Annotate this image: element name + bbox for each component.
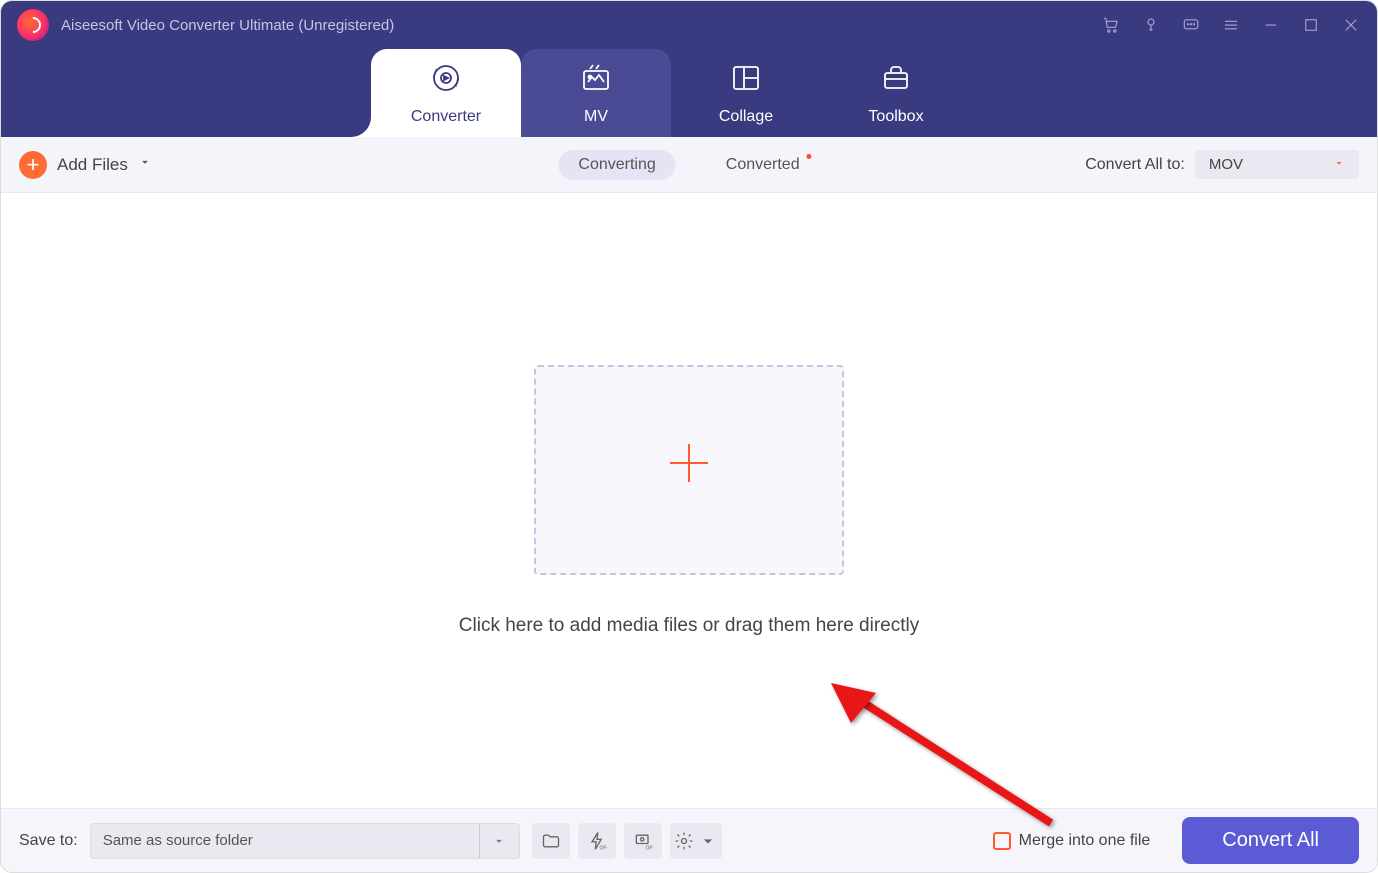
cart-icon[interactable] <box>1101 15 1121 35</box>
tab-converter-label: Converter <box>411 108 481 126</box>
drop-hint-text: Click here to add media files or drag th… <box>459 615 919 637</box>
format-dropdown[interactable]: MOV <box>1195 150 1359 179</box>
footer-icons: OFF OFF <box>532 823 722 859</box>
tab-toolbox[interactable]: Toolbox <box>821 49 971 137</box>
merge-label: Merge into one file <box>1019 832 1151 850</box>
tab-mv-label: MV <box>584 108 608 126</box>
convert-all-to: Convert All to: MOV <box>1085 150 1359 179</box>
toolbar: + Add Files Converting Converted Convert… <box>1 137 1377 193</box>
maximize-icon[interactable] <box>1301 15 1321 35</box>
tab-toolbox-label: Toolbox <box>868 108 923 126</box>
gpu-accel-button[interactable]: OFF <box>578 823 616 859</box>
save-path-value: Same as source folder <box>103 832 253 849</box>
chat-icon[interactable] <box>1181 15 1201 35</box>
chevron-down-icon <box>138 155 152 174</box>
checkbox-icon <box>993 832 1011 850</box>
tab-converter[interactable]: Converter <box>371 49 521 137</box>
app-title: Aiseesoft Video Converter Ultimate (Unre… <box>61 17 394 34</box>
save-to-dropdown[interactable]: Same as source folder <box>90 823 520 859</box>
svg-text:OFF: OFF <box>599 845 607 851</box>
footer: Save to: Same as source folder OFF OFF <box>1 808 1377 872</box>
convert-all-button[interactable]: Convert All <box>1182 817 1359 864</box>
key-icon[interactable] <box>1141 15 1161 35</box>
close-icon[interactable] <box>1341 15 1361 35</box>
converter-icon <box>429 61 463 100</box>
add-files-label: Add Files <box>57 155 128 175</box>
svg-text:OFF: OFF <box>645 845 653 851</box>
mv-icon <box>579 61 613 100</box>
tab-collage-label: Collage <box>719 108 773 126</box>
save-to-label: Save to: <box>19 832 78 850</box>
status-converted-tab[interactable]: Converted <box>706 150 820 180</box>
tab-collage[interactable]: Collage <box>671 49 821 137</box>
high-speed-button[interactable]: OFF <box>624 823 662 859</box>
status-converted-label: Converted <box>726 156 800 173</box>
status-dot-icon <box>807 154 812 159</box>
convert-all-to-label: Convert All to: <box>1085 156 1185 174</box>
menu-icon[interactable] <box>1221 15 1241 35</box>
minimize-icon[interactable] <box>1261 15 1281 35</box>
main-area: Click here to add media files or drag th… <box>1 193 1377 808</box>
status-converting-tab[interactable]: Converting <box>558 150 675 180</box>
titlebar: Aiseesoft Video Converter Ultimate (Unre… <box>1 1 1377 49</box>
format-value: MOV <box>1209 156 1243 173</box>
plus-icon: + <box>19 151 47 179</box>
tab-mv[interactable]: MV <box>521 49 671 137</box>
plus-icon <box>662 436 716 503</box>
title-actions <box>1101 15 1361 35</box>
status-converting-label: Converting <box>578 156 655 173</box>
chevron-down-icon <box>1333 156 1345 173</box>
drop-zone[interactable] <box>534 365 844 575</box>
settings-button[interactable] <box>670 823 722 859</box>
collage-icon <box>729 61 763 100</box>
app-logo-icon <box>17 9 49 41</box>
toolbox-icon <box>879 61 913 100</box>
open-folder-button[interactable] <box>532 823 570 859</box>
add-files-button[interactable]: + Add Files <box>19 151 152 179</box>
nav-tabs: Converter MV Collage Toolbox <box>1 49 1377 137</box>
chevron-down-icon <box>479 824 519 858</box>
merge-checkbox[interactable]: Merge into one file <box>993 832 1151 850</box>
status-tabs: Converting Converted <box>558 150 819 180</box>
